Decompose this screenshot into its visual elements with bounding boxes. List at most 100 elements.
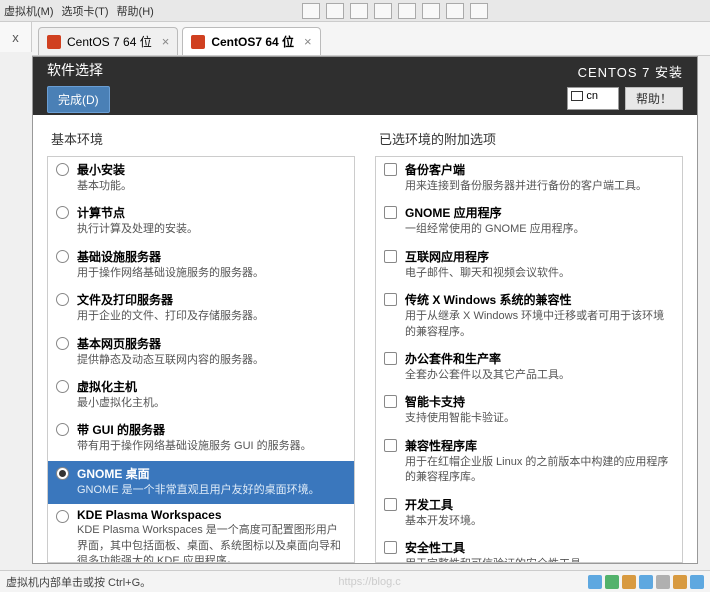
addon-option-title: 办公套件和生产率 [405, 350, 674, 367]
vm-tab-centos7-2[interactable]: CentOS7 64 位 × [182, 27, 320, 55]
env-option[interactable]: 带 GUI 的服务器带有用于操作网络基础设施服务 GUI 的服务器。 [48, 417, 354, 460]
vm-toolbar [302, 3, 488, 19]
env-option[interactable]: 最小安装基本功能。 [48, 157, 354, 200]
close-icon[interactable]: x [12, 30, 19, 45]
toolbar-icon[interactable] [422, 3, 440, 19]
menu-tabs[interactable]: 选项卡(T) [62, 3, 109, 19]
addon-option[interactable]: 备份客户端用来连接到备份服务器并进行备份的客户端工具。 [376, 157, 682, 200]
checkbox-icon[interactable] [384, 352, 397, 365]
checkbox-icon[interactable] [384, 163, 397, 176]
addon-option[interactable]: 兼容性程序库用于在红帽企业版 Linux 的之前版本中构建的应用程序的兼容程序库… [376, 433, 682, 492]
env-option-title: 基础设施服务器 [77, 248, 346, 265]
env-list: 最小安装基本功能。计算节点执行计算及处理的安装。基础设施服务器用于操作网络基础设… [47, 156, 355, 563]
addon-option-title: 智能卡支持 [405, 393, 674, 410]
addon-option-title: 备份客户端 [405, 161, 674, 178]
env-option-desc: GNOME 是一个非常直观且用户友好的桌面环境。 [77, 483, 346, 498]
menu-help[interactable]: 帮助(H) [117, 3, 154, 19]
env-option-title: 基本网页服务器 [77, 335, 346, 352]
status-icon[interactable] [690, 575, 704, 589]
env-option-title: 虚拟化主机 [77, 378, 346, 395]
menu-vm[interactable]: 虚拟机(M) [4, 3, 54, 19]
installer-window: 软件选择 完成(D) CENTOS 7 安装 cn 帮助！ 基本环境 最小安装基… [32, 56, 698, 564]
installer-header: 软件选择 完成(D) CENTOS 7 安装 cn 帮助！ [33, 57, 697, 115]
addon-option-title: 互联网应用程序 [405, 248, 674, 265]
toolbar-icon[interactable] [374, 3, 392, 19]
tab-close-icon[interactable]: × [162, 34, 170, 49]
addon-option-title: 安全性工具 [405, 539, 674, 556]
page-title: 软件选择 [47, 60, 110, 80]
radio-icon[interactable] [56, 250, 69, 263]
tab-close-icon[interactable]: × [304, 34, 312, 49]
env-option-desc: 基本功能。 [77, 179, 346, 194]
addon-option-title: 开发工具 [405, 496, 674, 513]
env-option[interactable]: KDE Plasma WorkspacesKDE Plasma Workspac… [48, 504, 354, 562]
env-option[interactable]: 基础设施服务器用于操作网络基础设施服务的服务器。 [48, 244, 354, 287]
env-option[interactable]: 虚拟化主机最小虚拟化主机。 [48, 374, 354, 417]
status-icon[interactable] [622, 575, 636, 589]
addon-option[interactable]: 智能卡支持支持使用智能卡验证。 [376, 389, 682, 432]
env-option[interactable]: 文件及打印服务器用于企业的文件、打印及存储服务器。 [48, 287, 354, 330]
help-button[interactable]: 帮助！ [625, 87, 683, 110]
radio-icon[interactable] [56, 206, 69, 219]
addon-option[interactable]: 传统 X Windows 系统的兼容性用于从继承 X Windows 环境中迁移… [376, 287, 682, 346]
addon-option-desc: 电子邮件、聊天和视频会议软件。 [405, 266, 674, 281]
addon-option[interactable]: 办公套件和生产率全套办公套件以及其它产品工具。 [376, 346, 682, 389]
env-option[interactable]: 基本网页服务器提供静态及动态互联网内容的服务器。 [48, 331, 354, 374]
done-button[interactable]: 完成(D) [47, 86, 110, 113]
status-icon[interactable] [673, 575, 687, 589]
checkbox-icon[interactable] [384, 439, 397, 452]
status-icon[interactable] [605, 575, 619, 589]
addon-option-desc: 用于从继承 X Windows 环境中迁移或者可用于该环境的兼容程序。 [405, 309, 674, 340]
toolbar-icon[interactable] [326, 3, 344, 19]
radio-icon[interactable] [56, 337, 69, 350]
addon-option-title: GNOME 应用程序 [405, 204, 674, 221]
checkbox-icon[interactable] [384, 206, 397, 219]
status-icon[interactable] [588, 575, 602, 589]
brand-label: CENTOS 7 安装 [578, 62, 683, 81]
checkbox-icon[interactable] [384, 498, 397, 511]
addon-list: 备份客户端用来连接到备份服务器并进行备份的客户端工具。GNOME 应用程序一组经… [375, 156, 683, 563]
addon-option-desc: 用于完整性和可信验证的安全性工具。 [405, 557, 674, 562]
addon-option-desc: 一组经常使用的 GNOME 应用程序。 [405, 222, 674, 237]
env-option[interactable]: 计算节点执行计算及处理的安装。 [48, 200, 354, 243]
vm-tab-centos7-1[interactable]: CentOS 7 64 位 × [38, 27, 178, 55]
addon-option-desc: 基本开发环境。 [405, 514, 674, 529]
addon-column-header: 已选环境的附加选项 [375, 129, 683, 156]
vm-tabs-bar: CentOS 7 64 位 × CentOS7 64 位 × [32, 22, 710, 56]
watermark: https://blog.c [338, 576, 400, 588]
checkbox-icon[interactable] [384, 293, 397, 306]
addon-option-desc: 全套办公套件以及其它产品工具。 [405, 368, 674, 383]
status-icon[interactable] [656, 575, 670, 589]
radio-icon[interactable] [56, 423, 69, 436]
env-option-desc: KDE Plasma Workspaces 是一个高度可配置图形用户界面，其中包… [77, 523, 346, 562]
addon-option-desc: 支持使用智能卡验证。 [405, 411, 674, 426]
checkbox-icon[interactable] [384, 395, 397, 408]
toolbar-icon[interactable] [446, 3, 464, 19]
addon-option-desc: 用于在红帽企业版 Linux 的之前版本中构建的应用程序的兼容程序库。 [405, 455, 674, 486]
radio-icon[interactable] [56, 467, 69, 480]
checkbox-icon[interactable] [384, 250, 397, 263]
status-icon[interactable] [639, 575, 653, 589]
toolbar-icon[interactable] [398, 3, 416, 19]
addon-option-title: 兼容性程序库 [405, 437, 674, 454]
addon-option[interactable]: 互联网应用程序电子邮件、聊天和视频会议软件。 [376, 244, 682, 287]
env-option-desc: 用于操作网络基础设施服务的服务器。 [77, 266, 346, 281]
toolbar-icon[interactable] [350, 3, 368, 19]
statusbar: 虚拟机内部单击或按 Ctrl+G。 https://blog.c [0, 570, 710, 592]
addon-option[interactable]: 开发工具基本开发环境。 [376, 492, 682, 535]
radio-icon[interactable] [56, 163, 69, 176]
keyboard-layout-indicator[interactable]: cn [567, 87, 619, 110]
checkbox-icon[interactable] [384, 541, 397, 554]
toolbar-icon[interactable] [302, 3, 320, 19]
vm-menubar: 虚拟机(M) 选项卡(T) 帮助(H) [0, 0, 710, 22]
vm-icon [191, 35, 205, 49]
radio-icon[interactable] [56, 510, 69, 523]
radio-icon[interactable] [56, 380, 69, 393]
toolbar-icon[interactable] [470, 3, 488, 19]
radio-icon[interactable] [56, 293, 69, 306]
env-option[interactable]: GNOME 桌面GNOME 是一个非常直观且用户友好的桌面环境。 [48, 461, 354, 504]
env-option-desc: 提供静态及动态互联网内容的服务器。 [77, 353, 346, 368]
env-option-desc: 用于企业的文件、打印及存储服务器。 [77, 309, 346, 324]
addon-option[interactable]: GNOME 应用程序一组经常使用的 GNOME 应用程序。 [376, 200, 682, 243]
addon-option[interactable]: 安全性工具用于完整性和可信验证的安全性工具。 [376, 535, 682, 562]
